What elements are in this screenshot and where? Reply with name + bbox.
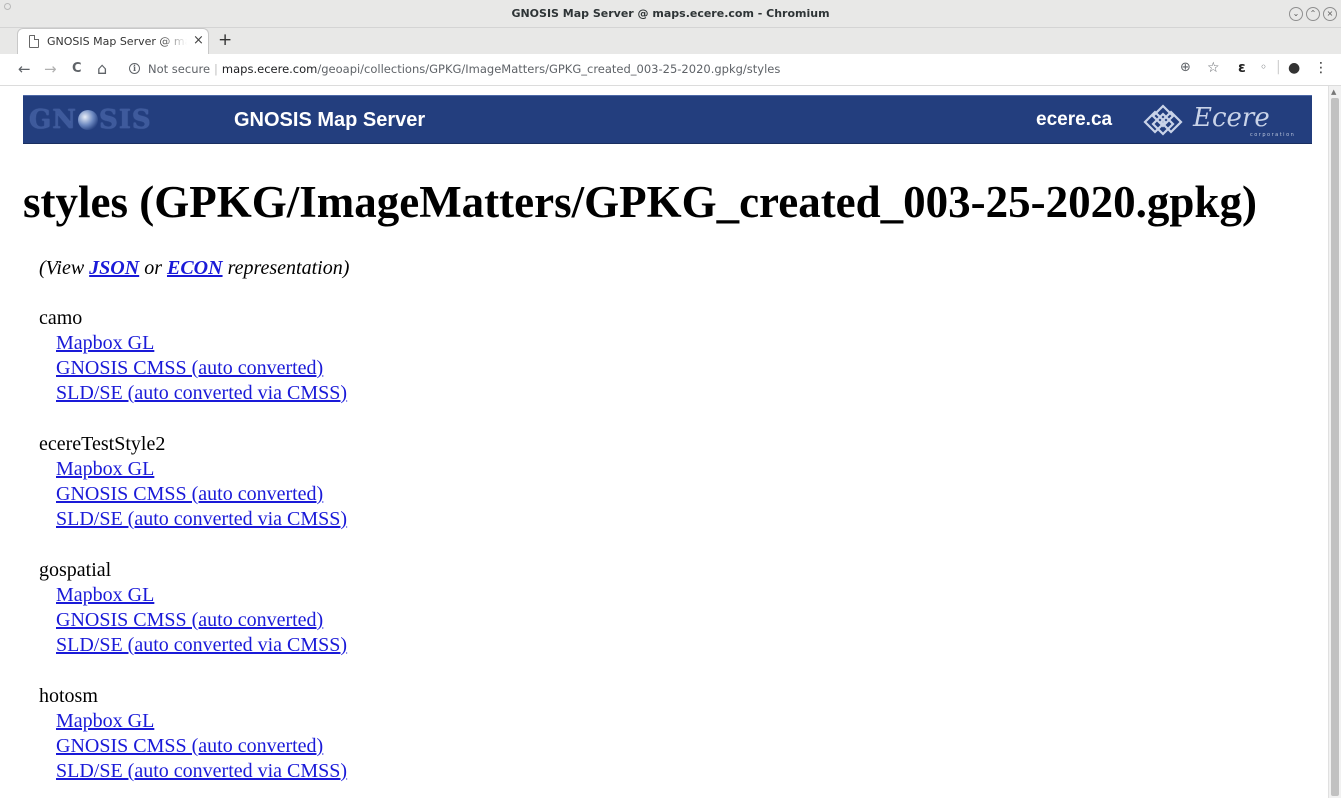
account-icon[interactable]: ●: [1288, 60, 1300, 76]
globe-icon: [77, 110, 98, 130]
mapbox-gl-link[interactable]: Mapbox GL: [39, 457, 347, 482]
browser-toolbar: ← → C ⌂ i Not secure | maps.ecere.com/geoa…: [0, 54, 1341, 86]
style-group-camo: camo Mapbox GL GNOSIS CMSS (auto convert…: [39, 306, 347, 406]
gnosis-cmss-link[interactable]: GNOSIS CMSS (auto converted): [39, 356, 347, 381]
sld-se-link[interactable]: SLD/SE (auto converted via CMSS): [39, 507, 347, 532]
ecere-corporation-text: corporation: [1250, 132, 1296, 138]
zoom-icon[interactable]: ⊕: [1180, 60, 1191, 75]
scroll-up-icon[interactable]: ▲: [1331, 88, 1336, 96]
ecere-link[interactable]: ecere.ca: [1036, 109, 1112, 131]
scrollbar-thumb[interactable]: [1331, 98, 1339, 796]
extension-icon[interactable]: ɛ: [1238, 60, 1246, 76]
url-host: maps.ecere.com: [221, 62, 318, 76]
page-scrollbar[interactable]: ▲: [1328, 86, 1341, 798]
ecere-wordmark: Ecere: [1193, 103, 1270, 133]
tab-close-icon[interactable]: ×: [193, 33, 204, 48]
window-title: GNOSIS Map Server @ maps.ecere.com - Chr…: [511, 7, 830, 20]
style-group-gospatial: gospatial Mapbox GL GNOSIS CMSS (auto co…: [39, 558, 347, 658]
new-tab-button[interactable]: +: [218, 30, 232, 50]
site-banner: GN SIS GNOSIS Map Server ecere.ca Ecere c…: [23, 95, 1312, 144]
sld-se-link[interactable]: SLD/SE (auto converted via CMSS): [39, 381, 347, 406]
site-info-icon[interactable]: i: [129, 63, 140, 74]
close-window-icon[interactable]: ×: [1323, 7, 1337, 21]
json-link[interactable]: JSON: [89, 257, 139, 279]
banner-title: GNOSIS Map Server: [234, 109, 426, 131]
style-group-ecereteststyle2: ecereTestStyle2 Mapbox GL GNOSIS CMSS (a…: [39, 432, 347, 532]
menu-icon[interactable]: ⋮: [1314, 60, 1328, 76]
mapbox-gl-link[interactable]: Mapbox GL: [39, 709, 347, 734]
gnosis-cmss-link[interactable]: GNOSIS CMSS (auto converted): [39, 608, 347, 633]
bookmark-star-icon[interactable]: ☆: [1207, 60, 1220, 76]
gnosis-cmss-link[interactable]: GNOSIS CMSS (auto converted): [39, 734, 347, 759]
tab-strip: GNOSIS Map Server @ maps.ecere.com × +: [0, 28, 1341, 54]
page-title: styles (GPKG/ImageMatters/GPKG_created_0…: [23, 177, 1257, 227]
gnosis-cmss-link[interactable]: GNOSIS CMSS (auto converted): [39, 482, 347, 507]
econ-link[interactable]: ECON: [167, 257, 223, 279]
style-group-hotosm: hotosm Mapbox GL GNOSIS CMSS (auto conve…: [39, 684, 347, 784]
style-name: camo: [39, 307, 83, 329]
gnosis-logo: GN SIS: [29, 105, 152, 135]
window-titlebar: GNOSIS Map Server @ maps.ecere.com - Chr…: [0, 0, 1341, 28]
forward-icon[interactable]: →: [44, 60, 57, 78]
sld-se-link[interactable]: SLD/SE (auto converted via CMSS): [39, 633, 347, 658]
minimize-icon[interactable]: ⌄: [1289, 7, 1303, 21]
back-icon[interactable]: ←: [18, 60, 31, 78]
sld-se-link[interactable]: SLD/SE (auto converted via CMSS): [39, 759, 347, 784]
style-name: hotosm: [39, 685, 98, 707]
page-content: GN SIS GNOSIS Map Server ecere.ca Ecere c…: [0, 86, 1327, 798]
ecere-logo[interactable]: Ecere corporation: [1141, 99, 1301, 141]
style-name: ecereTestStyle2: [39, 433, 166, 455]
maximize-icon[interactable]: ⌃: [1306, 7, 1320, 21]
mapbox-gl-link[interactable]: Mapbox GL: [39, 583, 347, 608]
toolbar-divider: |: [1276, 59, 1281, 75]
address-bar[interactable]: i Not secure | maps.ecere.com/geoapi/colle…: [118, 58, 1258, 82]
url-path: /geoapi/collections/GPKG/ImageMatters/GP…: [317, 62, 781, 76]
extension-audio-icon[interactable]: ◦: [1260, 60, 1267, 74]
reload-icon[interactable]: C: [72, 60, 82, 78]
representation-line: (View JSON or ECON representation): [39, 257, 350, 279]
address-text[interactable]: Not secure | maps.ecere.com/geoapi/collect…: [148, 62, 780, 76]
security-label: Not secure: [148, 62, 211, 76]
home-icon[interactable]: ⌂: [97, 60, 107, 78]
tab-gnosis-map-server[interactable]: GNOSIS Map Server @ maps.ecere.com ×: [17, 28, 209, 54]
style-name: gospatial: [39, 559, 112, 581]
page-favicon-icon: [29, 35, 39, 48]
tab-title: GNOSIS Map Server @ maps.ecere.com: [47, 35, 187, 48]
ecere-knot-icon: [1143, 104, 1183, 136]
mapbox-gl-link[interactable]: Mapbox GL: [39, 331, 347, 356]
